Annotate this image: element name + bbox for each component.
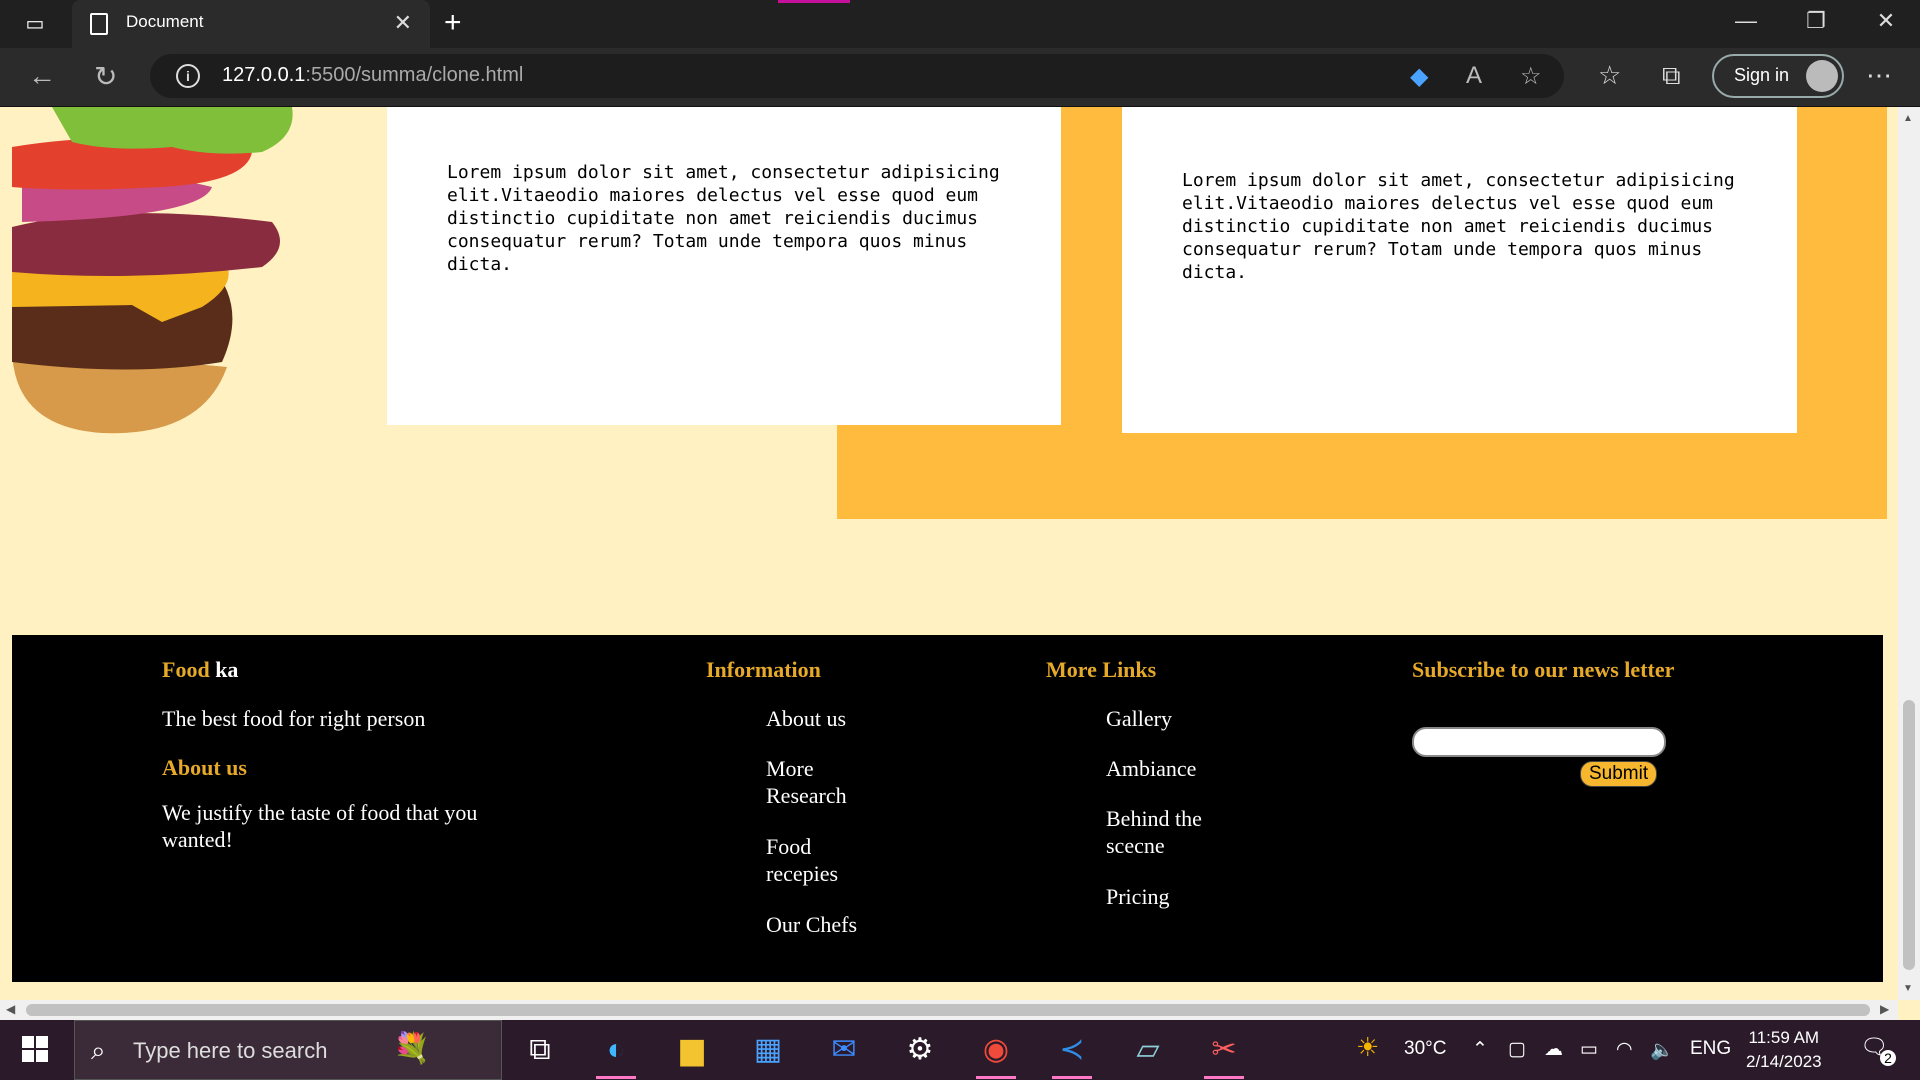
info-link-about-us[interactable]: About us bbox=[766, 705, 876, 732]
read-aloud-icon[interactable]: A bbox=[1466, 62, 1482, 90]
collections-icon[interactable]: ⧉ bbox=[1662, 60, 1681, 92]
chevron-up-icon[interactable]: ⌃ bbox=[1472, 1038, 1488, 1061]
footer: Food ka The best food for right person A… bbox=[12, 635, 1883, 982]
notification-count: 2 bbox=[1880, 1050, 1896, 1066]
clock-date: 2/14/2023 bbox=[1746, 1052, 1822, 1071]
flowers-icon: 💐 bbox=[393, 1032, 431, 1065]
windows-taskbar: ⌕ Type here to search 💐 ⧉ ◐ ▆ ▦ ✉ ⚙ ◉ ≺ … bbox=[0, 1020, 1920, 1080]
page-viewport: Lorem ipsum dolor sit amet, consectetur … bbox=[0, 107, 1898, 1000]
more-links-heading: More Links bbox=[1046, 657, 1157, 682]
more-link-pricing[interactable]: Pricing bbox=[1106, 883, 1226, 910]
language-indicator[interactable]: ENG bbox=[1690, 1038, 1731, 1060]
url-path: :5500/summa/clone.html bbox=[305, 64, 524, 86]
sign-in-label: Sign in bbox=[1734, 65, 1790, 85]
tab-title: Document bbox=[126, 12, 204, 31]
tab-actions-icon[interactable]: ▭ bbox=[20, 12, 50, 36]
about-text: We justify the taste of food that you wa… bbox=[162, 800, 478, 852]
submit-button[interactable]: Submit bbox=[1580, 761, 1658, 787]
refresh-icon[interactable]: ↻ bbox=[94, 60, 117, 93]
subscribe-heading: Subscribe to our news letter bbox=[1412, 657, 1675, 682]
vertical-scroll-thumb[interactable] bbox=[1903, 700, 1915, 970]
store-icon[interactable]: ▦ bbox=[748, 1030, 788, 1070]
url-host: 127.0.0.1 bbox=[222, 64, 306, 86]
weather-icon[interactable]: ☀ bbox=[1356, 1032, 1379, 1063]
more-options-icon[interactable]: ⋯ bbox=[1866, 60, 1892, 91]
minimize-icon[interactable]: — bbox=[1726, 8, 1766, 34]
battery-icon[interactable]: ▭ bbox=[1580, 1038, 1598, 1061]
newsletter-email-input[interactable] bbox=[1412, 727, 1666, 757]
scroll-right-icon[interactable]: ▶ bbox=[1880, 1002, 1889, 1016]
scroll-up-icon[interactable]: ▲ bbox=[1903, 113, 1913, 124]
footer-tagline: The best food for right person bbox=[162, 706, 426, 731]
windows-start-icon[interactable] bbox=[22, 1036, 48, 1062]
meet-now-icon[interactable]: ▢ bbox=[1508, 1038, 1526, 1061]
active-app-indicator bbox=[976, 1076, 1016, 1079]
close-tab-icon[interactable]: ✕ bbox=[394, 10, 412, 36]
search-icon: ⌕ bbox=[91, 1035, 106, 1065]
onedrive-icon[interactable]: ☁ bbox=[1544, 1038, 1563, 1061]
chrome-icon[interactable]: ◉ bbox=[976, 1030, 1016, 1070]
info-link-our-chefs[interactable]: Our Chefs bbox=[766, 911, 876, 938]
brand-part-a: Food bbox=[162, 657, 210, 682]
add-favorite-icon[interactable]: ☆ bbox=[1520, 62, 1542, 91]
scroll-down-icon[interactable]: ▼ bbox=[1903, 983, 1913, 994]
browser-titlebar: ▭ Document ✕ + — ❐ ✕ bbox=[0, 0, 1920, 48]
footer-brand: Food ka bbox=[162, 657, 238, 683]
scroll-left-icon[interactable]: ◀ bbox=[6, 1002, 15, 1016]
taskbar-search-box[interactable]: ⌕ Type here to search 💐 bbox=[74, 1020, 502, 1080]
browser-tab[interactable]: Document ✕ bbox=[72, 0, 430, 48]
close-window-icon[interactable]: ✕ bbox=[1866, 8, 1906, 34]
active-app-indicator bbox=[596, 1076, 636, 1079]
volume-icon[interactable]: 🔈 bbox=[1650, 1038, 1674, 1062]
info-link-food-recepies[interactable]: Food recepies bbox=[766, 833, 876, 887]
information-heading: Information bbox=[706, 657, 821, 682]
favorites-icon[interactable]: ☆ bbox=[1598, 60, 1621, 91]
task-view-icon[interactable]: ⧉ bbox=[520, 1030, 560, 1070]
card-text: Lorem ipsum dolor sit amet, consectetur … bbox=[447, 162, 1000, 275]
system-clock[interactable]: 11:59 AM 2/14/2023 bbox=[1746, 1026, 1822, 1074]
accent-line bbox=[778, 0, 850, 3]
more-link-behind-the-scene[interactable]: Behind the scecne bbox=[1106, 805, 1226, 859]
coupon-tag-icon[interactable]: ◆ bbox=[1410, 62, 1428, 91]
vscode-icon[interactable]: ≺ bbox=[1052, 1030, 1092, 1070]
active-app-indicator bbox=[1052, 1076, 1092, 1079]
url-text[interactable]: 127.0.0.1:5500/summa/clone.html bbox=[222, 64, 523, 87]
card-text: Lorem ipsum dolor sit amet, consectetur … bbox=[1182, 170, 1735, 283]
back-arrow-icon[interactable]: ← bbox=[28, 60, 56, 92]
document-icon bbox=[90, 13, 108, 35]
brand-part-b: ka bbox=[215, 657, 239, 682]
file-explorer-icon[interactable]: ▆ bbox=[672, 1030, 712, 1070]
active-app-indicator bbox=[1204, 1076, 1244, 1079]
vertical-scrollbar[interactable]: ▲ ▼ bbox=[1898, 107, 1920, 1000]
new-tab-icon[interactable]: + bbox=[444, 6, 462, 40]
more-link-gallery[interactable]: Gallery bbox=[1106, 705, 1226, 732]
info-link-more-research[interactable]: More Research bbox=[766, 755, 876, 809]
more-link-ambiance[interactable]: Ambiance bbox=[1106, 755, 1226, 782]
avatar bbox=[1806, 60, 1838, 92]
clock-time: 11:59 AM bbox=[1748, 1028, 1820, 1047]
sign-in-button[interactable]: Sign in bbox=[1712, 54, 1844, 98]
address-bar[interactable]: i 127.0.0.1:5500/summa/clone.html ◆ A ☆ bbox=[150, 54, 1564, 98]
site-info-icon[interactable]: i bbox=[176, 64, 200, 88]
search-placeholder: Type here to search bbox=[133, 1038, 328, 1063]
burger-image bbox=[12, 107, 293, 434]
notepad-icon[interactable]: ▱ bbox=[1128, 1030, 1168, 1070]
weather-temperature[interactable]: 30°C bbox=[1404, 1038, 1446, 1060]
settings-gear-icon[interactable]: ⚙ bbox=[900, 1030, 940, 1070]
wifi-icon[interactable]: ◠ bbox=[1616, 1038, 1633, 1061]
edge-browser-icon[interactable]: ◐ bbox=[596, 1030, 636, 1070]
browser-toolbar: ← ↻ i 127.0.0.1:5500/summa/clone.html ◆ … bbox=[0, 48, 1920, 107]
text-card-left: Lorem ipsum dolor sit amet, consectetur … bbox=[387, 107, 1061, 425]
snipping-tool-icon[interactable]: ✂ bbox=[1204, 1030, 1244, 1070]
restore-icon[interactable]: ❐ bbox=[1796, 8, 1836, 34]
text-card-right: Lorem ipsum dolor sit amet, consectetur … bbox=[1122, 107, 1797, 433]
horizontal-scrollbar[interactable]: ◀ ▶ bbox=[0, 1000, 1898, 1020]
mail-icon[interactable]: ✉ bbox=[824, 1030, 864, 1070]
horizontal-scroll-thumb[interactable] bbox=[26, 1004, 1870, 1016]
about-heading: About us bbox=[162, 755, 247, 780]
